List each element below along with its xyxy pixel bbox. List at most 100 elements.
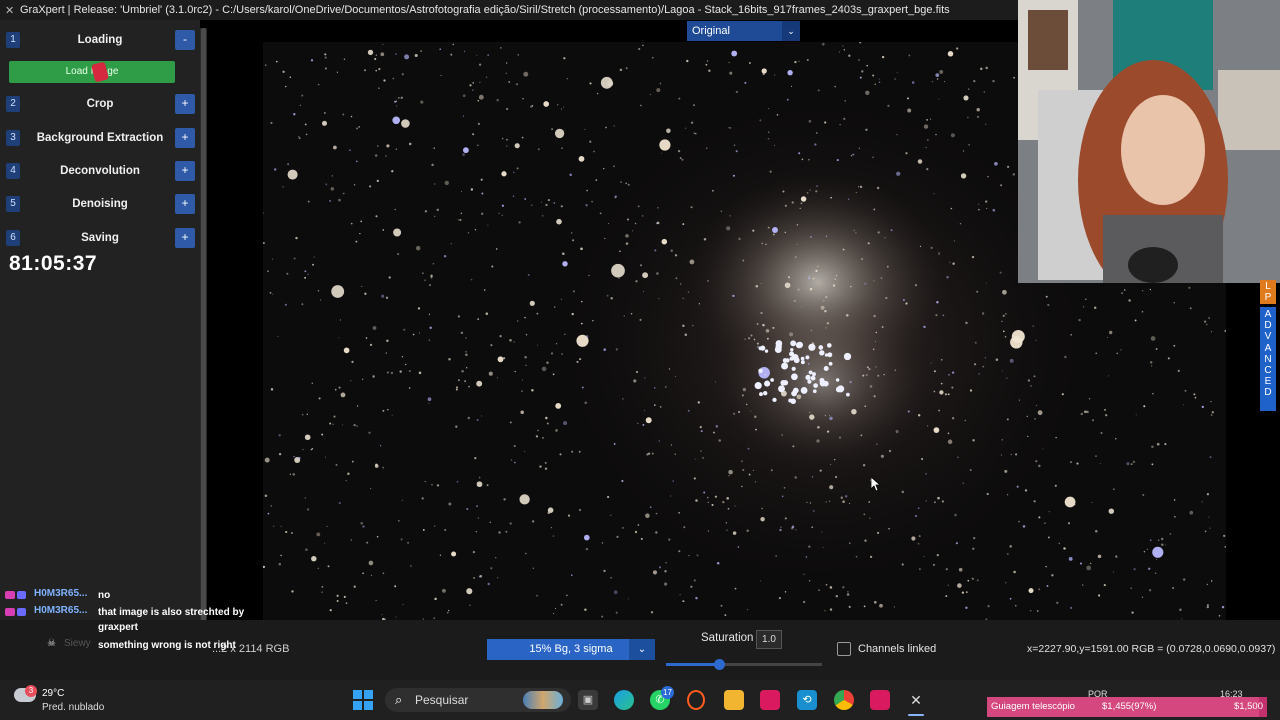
star: [976, 579, 979, 582]
star: [690, 206, 693, 209]
star: [933, 501, 936, 504]
star: [999, 271, 1002, 274]
star: [786, 98, 789, 101]
star: [476, 144, 479, 147]
star: [808, 159, 810, 161]
step-label[interactable]: Denoising: [20, 195, 180, 213]
star: [584, 608, 587, 611]
star: [849, 381, 852, 384]
saturation-slider[interactable]: [666, 659, 822, 670]
stretch-dropdown[interactable]: 15% Bg, 3 sigma ⌄: [487, 639, 655, 660]
weather-description[interactable]: Pred. nublado: [42, 702, 104, 713]
opera-icon[interactable]: [687, 690, 705, 710]
star: [400, 96, 404, 100]
star: [811, 476, 814, 478]
star: [585, 204, 588, 207]
streamlabs-icon[interactable]: [870, 690, 890, 710]
weather-temperature[interactable]: 29°C: [42, 688, 64, 699]
star: [1130, 463, 1133, 466]
star: [563, 57, 566, 60]
star: [735, 90, 739, 94]
star: [1000, 454, 1003, 456]
star: [926, 119, 928, 121]
goal-label: Guiagem telescópio: [991, 701, 1075, 712]
saturation-input[interactable]: 1.0: [756, 630, 782, 649]
load-image-button[interactable]: Load Image: [9, 61, 175, 83]
step-label[interactable]: Background Extraction: [20, 129, 180, 147]
star: [770, 469, 773, 472]
star: [498, 212, 500, 215]
file-explorer-icon[interactable]: [724, 690, 744, 710]
collapse-button[interactable]: -: [175, 30, 195, 50]
step-deconvolution[interactable]: 4 Deconvolution +: [0, 159, 200, 183]
star: [1121, 292, 1123, 294]
star: [784, 231, 787, 234]
expand-button[interactable]: +: [175, 94, 195, 114]
star: [881, 55, 885, 59]
step-label[interactable]: Crop: [20, 95, 180, 113]
chrome-icon[interactable]: [834, 690, 854, 710]
expand-button[interactable]: +: [175, 228, 195, 248]
star: [382, 43, 384, 46]
star: [1093, 306, 1097, 309]
star: [888, 527, 890, 530]
star: [381, 614, 383, 616]
step-loading[interactable]: 1 Loading -: [0, 28, 200, 52]
star: [826, 430, 830, 433]
edge-icon[interactable]: [614, 690, 634, 710]
star: [938, 98, 940, 100]
step-saving[interactable]: 6 Saving +: [0, 226, 200, 250]
star: [707, 501, 709, 504]
step-background-extraction[interactable]: 3 Background Extraction +: [0, 126, 200, 150]
star: [552, 612, 555, 615]
star: [737, 546, 740, 548]
graxpert-icon[interactable]: ✕: [906, 690, 926, 710]
star: [481, 192, 484, 195]
star: [301, 413, 304, 416]
star: [726, 529, 728, 531]
star: [304, 276, 307, 279]
star: [287, 163, 289, 166]
tab-lp[interactable]: L P: [1260, 280, 1276, 304]
star: [1130, 587, 1133, 590]
slider-fill: [666, 663, 720, 666]
slider-handle[interactable]: [714, 659, 726, 670]
star: [397, 253, 400, 256]
star: [823, 300, 825, 302]
star: [969, 469, 972, 471]
star: [666, 128, 671, 134]
sidebar-scrollbar[interactable]: [200, 28, 207, 638]
step-crop[interactable]: 2 Crop +: [0, 92, 200, 116]
star: [364, 69, 366, 72]
star: [806, 58, 809, 62]
star: [794, 60, 797, 64]
step-denoising[interactable]: 5 Denoising +: [0, 192, 200, 216]
step-label[interactable]: Deconvolution: [20, 162, 180, 180]
star: [824, 310, 827, 313]
heart-badge-icon: [5, 608, 15, 616]
channels-linked-checkbox[interactable]: [837, 642, 851, 656]
star: [815, 269, 818, 273]
expand-button[interactable]: +: [175, 128, 195, 148]
task-view-icon[interactable]: ▣: [578, 690, 598, 710]
star: [584, 128, 586, 131]
display-mode-dropdown[interactable]: Original ⌄: [687, 21, 800, 41]
cluster-star: [819, 350, 825, 356]
star: [321, 591, 323, 594]
star: [518, 221, 521, 224]
star: [556, 218, 562, 225]
star: [809, 502, 812, 504]
chat-text: no: [98, 590, 111, 601]
star: [1143, 550, 1146, 553]
taskbar-search[interactable]: ⌕ Pesquisar: [385, 688, 571, 712]
snipping-tool-icon[interactable]: ⟲: [797, 690, 817, 710]
scrollbar-thumb[interactable]: [201, 28, 206, 628]
step-label[interactable]: Loading: [20, 31, 180, 49]
star: [1169, 533, 1172, 535]
expand-button[interactable]: +: [175, 161, 195, 181]
start-button[interactable]: [353, 690, 373, 710]
tab-advanced[interactable]: A D V A N C E D: [1260, 307, 1276, 411]
step-label[interactable]: Saving: [20, 229, 180, 247]
streamlabs-icon[interactable]: [760, 690, 780, 710]
expand-button[interactable]: +: [175, 194, 195, 214]
